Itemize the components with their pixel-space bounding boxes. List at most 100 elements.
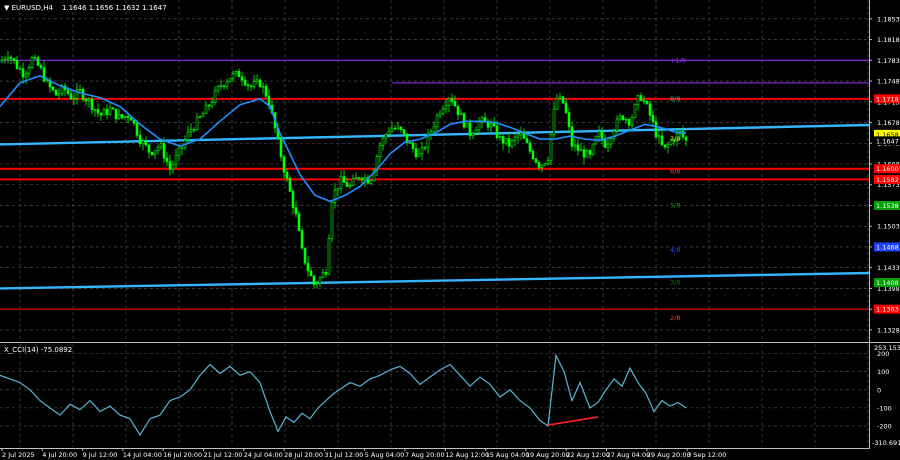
- candle-body: [321, 272, 325, 279]
- candle-body: [399, 126, 403, 130]
- candle-body: [534, 158, 538, 163]
- time-tick-label: 15 Aug 04:00: [486, 451, 530, 459]
- candle-body: [411, 142, 415, 149]
- candle-body: [585, 150, 589, 158]
- candle-body: [591, 143, 595, 155]
- candle-body: [93, 109, 97, 111]
- murray-level-label: +1/8: [670, 56, 686, 64]
- candle-body: [231, 73, 235, 79]
- candle-body: [402, 129, 406, 135]
- candle-body: [90, 98, 94, 110]
- candle-body: [339, 176, 343, 189]
- candle-body: [420, 147, 424, 155]
- candle-body: [216, 85, 220, 92]
- candle-body: [192, 129, 196, 131]
- candle-body: [579, 149, 583, 151]
- candle-body: [312, 275, 316, 285]
- candle-body: [477, 121, 481, 131]
- candle-body: [156, 146, 160, 151]
- candle-body: [135, 122, 139, 136]
- time-tick-label: 4 Jul 20:00: [42, 451, 77, 459]
- candle-body: [453, 100, 457, 107]
- murray-level-label: 6/8: [670, 168, 680, 176]
- candle-body: [246, 84, 250, 87]
- candle-body: [615, 118, 619, 132]
- candle-body: [159, 143, 163, 148]
- candle-body: [603, 139, 607, 148]
- candle-body: [6, 56, 10, 60]
- candle-body: [492, 123, 496, 127]
- candle-body: [324, 272, 328, 275]
- candle-body: [501, 135, 505, 144]
- candle-body: [108, 107, 112, 115]
- candle-body: [72, 98, 76, 100]
- candle-body: [663, 144, 667, 148]
- candle-body: [447, 98, 451, 106]
- candle-body: [396, 126, 400, 130]
- indicator-tick-label: 0: [877, 386, 881, 394]
- candle-body: [249, 85, 253, 87]
- candle-body: [9, 56, 13, 59]
- candle-body: [141, 140, 145, 145]
- candle-body: [654, 121, 658, 138]
- candle-body: [573, 144, 577, 147]
- candle-body: [225, 81, 229, 87]
- price-tick-label: 1.1678: [877, 119, 900, 127]
- candle-body: [636, 95, 640, 105]
- indicator-bottom-value: -310.691: [872, 439, 900, 447]
- candle-body: [657, 135, 661, 138]
- candle-body: [489, 123, 493, 128]
- candle-body: [144, 140, 148, 146]
- candle-body: [651, 115, 655, 123]
- candle-body: [204, 104, 208, 114]
- candle-body: [213, 90, 217, 103]
- candle-body: [267, 95, 271, 106]
- candle-body: [363, 177, 367, 181]
- price-tag-label: 1.1408: [876, 279, 899, 287]
- candle-body: [21, 68, 25, 78]
- price-tick-label: 1.1328: [877, 326, 900, 334]
- candle-body: [495, 125, 499, 139]
- candle-body: [222, 85, 226, 87]
- candle-body: [36, 57, 40, 66]
- price-tag-label: 1.1363: [876, 306, 899, 314]
- candle-body: [210, 102, 214, 107]
- candle-body: [342, 176, 346, 183]
- candle-body: [297, 213, 301, 231]
- candle-body: [84, 99, 88, 102]
- candle-body: [282, 156, 286, 173]
- candle-body: [291, 191, 295, 208]
- murray-level-label: 4/8: [670, 246, 680, 254]
- candle-body: [306, 262, 310, 272]
- candle-body: [387, 131, 391, 136]
- candle-body: [408, 142, 412, 144]
- candle-body: [597, 131, 601, 137]
- candle-body: [510, 139, 514, 147]
- candle-body: [129, 117, 133, 121]
- price-tag-label: 1.1468: [876, 243, 899, 251]
- price-chart[interactable]: +1/8 8/8 7/8 6/8 5/8 4/8 3/8 2/8 1.1853 1.1818 1.…: [0, 0, 900, 460]
- time-tick-label: 24 Jul 04:00: [244, 451, 283, 459]
- candle-body: [645, 101, 649, 104]
- candle-body: [279, 137, 283, 158]
- candle-body: [189, 129, 193, 133]
- candle-body: [228, 78, 232, 83]
- candle-body: [540, 164, 544, 168]
- candle-body: [528, 142, 532, 152]
- candle-body: [330, 201, 334, 239]
- price-tick-label: 1.1433: [877, 264, 900, 272]
- price-tag-label: 1.1647: [876, 137, 899, 145]
- murray-level-label: 2/8: [670, 314, 680, 322]
- candle-body: [117, 114, 121, 120]
- candle-body: [207, 104, 211, 107]
- candle-body: [384, 134, 388, 139]
- candle-body: [546, 160, 550, 164]
- candle-body: [504, 138, 508, 144]
- candle-body: [582, 149, 586, 158]
- candle-body: [150, 151, 154, 155]
- candle-body: [600, 131, 604, 140]
- candle-body: [561, 96, 565, 104]
- murray-level-label: 8/8: [670, 95, 680, 103]
- candle-body: [567, 112, 571, 128]
- time-tick-label: 27 Aug 04:00: [607, 451, 651, 459]
